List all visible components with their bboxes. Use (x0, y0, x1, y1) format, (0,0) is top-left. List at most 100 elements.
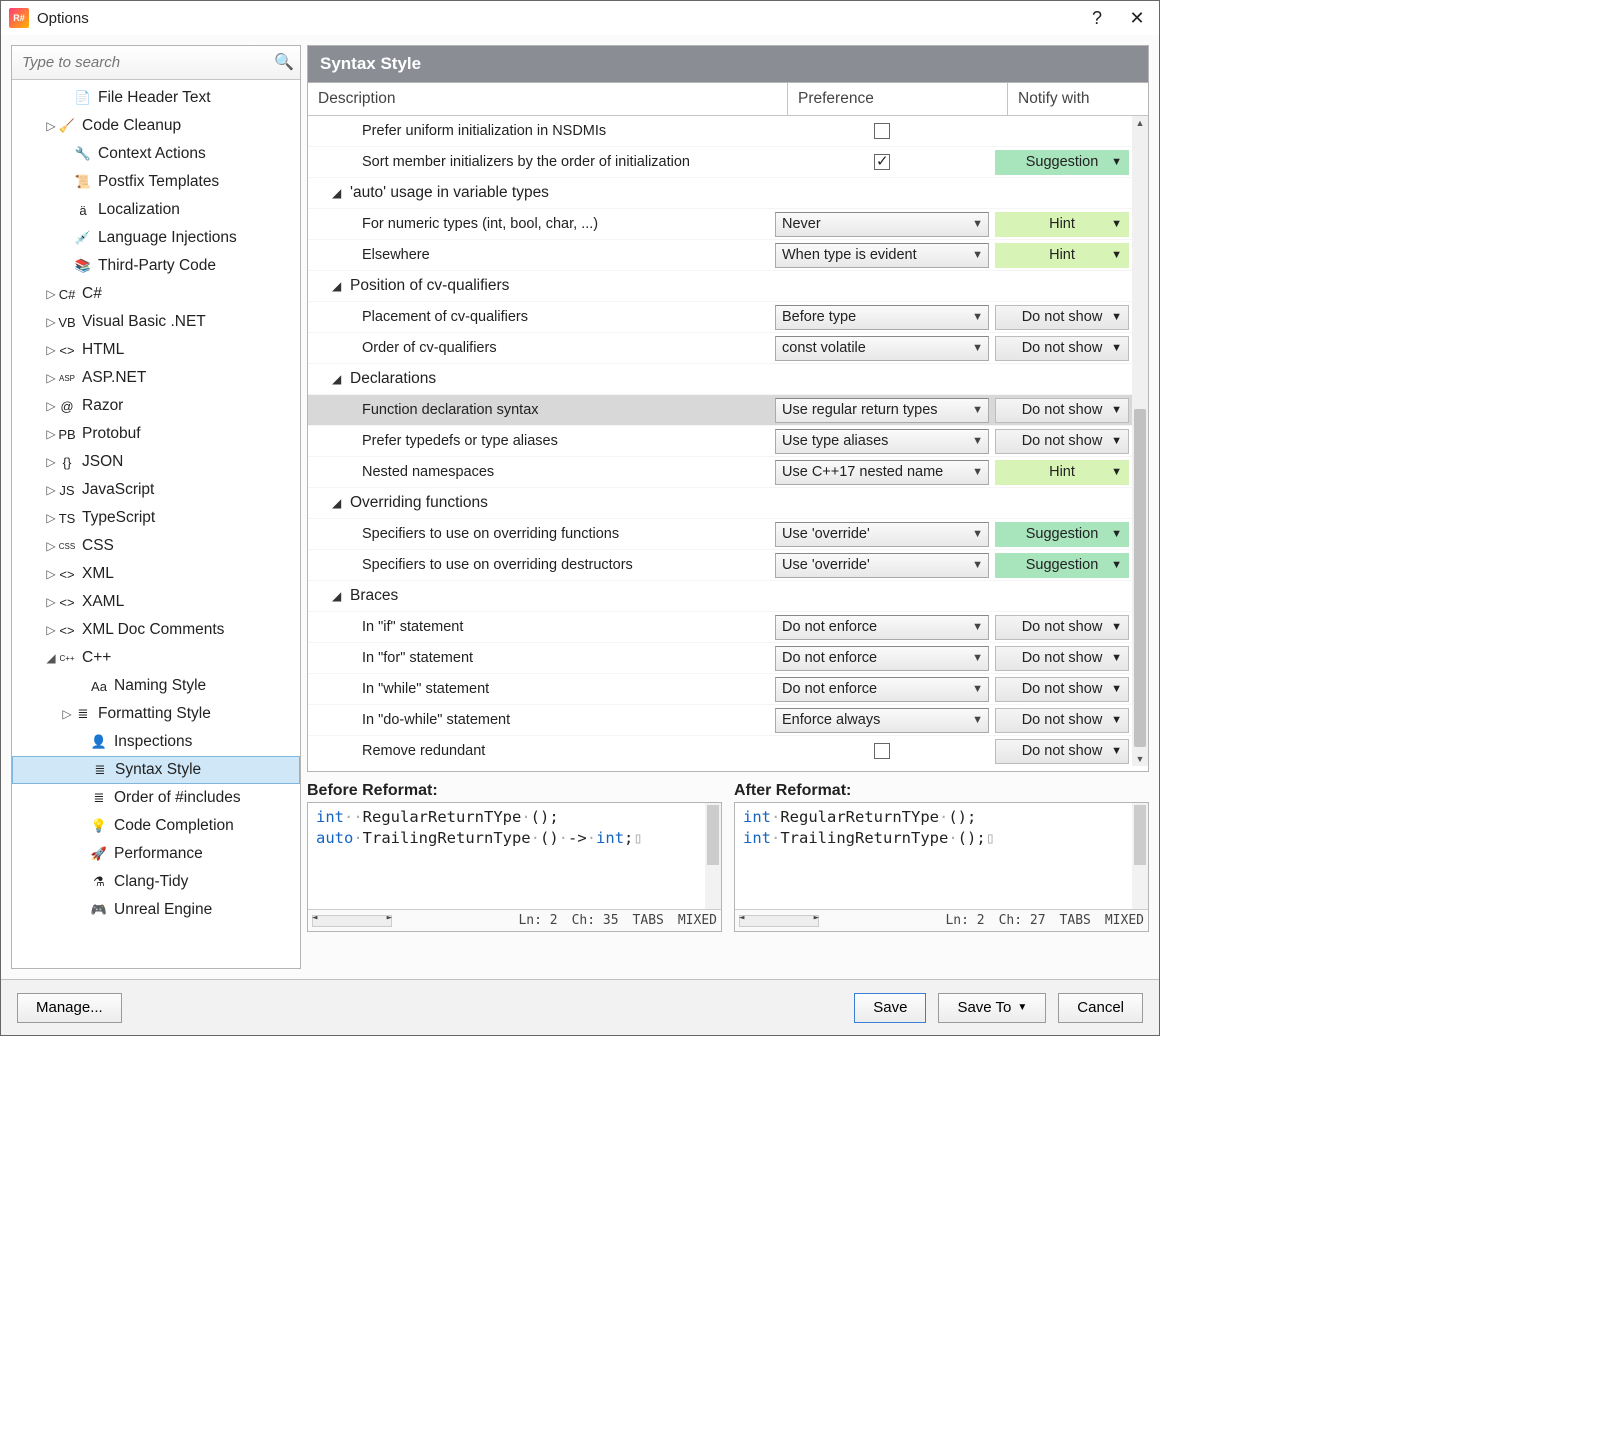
expand-icon[interactable]: ▷ (44, 371, 58, 385)
grid-group-row[interactable]: ◢Position of cv-qualifiers (308, 271, 1132, 302)
tree-item[interactable]: ▷C#C# (12, 280, 300, 308)
group-expander-icon[interactable]: ◢ (332, 186, 346, 200)
preference-combo[interactable]: When type is evident▼ (775, 243, 989, 268)
tree-item[interactable]: ▷{}JSON (12, 448, 300, 476)
preference-combo[interactable]: Never▼ (775, 212, 989, 237)
tree-item[interactable]: ▷<>HTML (12, 336, 300, 364)
notify-combo[interactable]: Do not show▼ (995, 429, 1129, 454)
grid-item-row[interactable]: Remove redundantDo not show▼ (308, 736, 1132, 766)
notify-combo[interactable]: Do not show▼ (995, 336, 1129, 361)
tree-item[interactable]: 🚀Performance (12, 840, 300, 868)
tree-item[interactable]: 🎮Unreal Engine (12, 896, 300, 924)
grid-item-row[interactable]: ElsewhereWhen type is evident▼Hint▼ (308, 240, 1132, 271)
grid-item-row[interactable]: For numeric types (int, bool, char, ...)… (308, 209, 1132, 240)
tree-item[interactable]: 👤Inspections (12, 728, 300, 756)
expand-icon[interactable]: ▷ (44, 539, 58, 553)
grid-group-row[interactable]: ◢Declarations (308, 364, 1132, 395)
grid-item-row[interactable]: In "if" statementDo not enforce▼Do not s… (308, 612, 1132, 643)
after-hscroll[interactable] (739, 915, 819, 927)
notify-combo[interactable]: Suggestion▼ (995, 150, 1129, 175)
tree-item[interactable]: 💉Language Injections (12, 224, 300, 252)
after-vscroll[interactable] (1132, 803, 1148, 909)
grid-item-row[interactable]: In "do-while" statementEnforce always▼Do… (308, 705, 1132, 736)
notify-combo[interactable]: Do not show▼ (995, 305, 1129, 330)
grid-item-row[interactable]: Nested namespacesUse C++17 nested name▼H… (308, 457, 1132, 488)
notify-combo[interactable]: Do not show▼ (995, 677, 1129, 702)
cancel-button[interactable]: Cancel (1058, 993, 1143, 1023)
tree-item[interactable]: ▷JSJavaScript (12, 476, 300, 504)
preference-checkbox[interactable] (874, 743, 890, 759)
tree-item[interactable]: ▷<>XML Doc Comments (12, 616, 300, 644)
preference-combo[interactable]: Use type aliases▼ (775, 429, 989, 454)
tree-item[interactable]: ▷TSTypeScript (12, 504, 300, 532)
help-button[interactable]: ? (1077, 1, 1117, 35)
manage-button[interactable]: Manage... (17, 993, 122, 1023)
tree-item[interactable]: ▷@Razor (12, 392, 300, 420)
tree-item[interactable]: ▷🧹Code Cleanup (12, 112, 300, 140)
expand-icon[interactable]: ▷ (44, 427, 58, 441)
notify-combo[interactable]: Do not show▼ (995, 708, 1129, 733)
expand-icon[interactable]: ▷ (44, 399, 58, 413)
expand-icon[interactable]: ▷ (44, 595, 58, 609)
close-button[interactable]: ✕ (1117, 1, 1157, 35)
tree-item[interactable]: 🔧Context Actions (12, 140, 300, 168)
grid-item-row[interactable]: Sort member initializers by the order of… (308, 147, 1132, 178)
preference-checkbox[interactable] (874, 154, 890, 170)
tree-item[interactable]: ▷<>XAML (12, 588, 300, 616)
preference-combo[interactable]: Before type▼ (775, 305, 989, 330)
options-tree[interactable]: 📄File Header Text▷🧹Code Cleanup🔧Context … (12, 80, 300, 968)
tree-item[interactable]: ▷PBProtobuf (12, 420, 300, 448)
search-input[interactable] (12, 46, 300, 79)
before-hscroll[interactable] (312, 915, 392, 927)
col-description[interactable]: Description (308, 83, 788, 115)
notify-combo[interactable]: Do not show▼ (995, 398, 1129, 423)
notify-combo[interactable]: Hint▼ (995, 460, 1129, 485)
preference-combo[interactable]: Use 'override'▼ (775, 522, 989, 547)
tree-item[interactable]: AaNaming Style (12, 672, 300, 700)
group-expander-icon[interactable]: ◢ (332, 589, 346, 603)
tree-item[interactable]: ≣Order of #includes (12, 784, 300, 812)
tree-item[interactable]: ▷ASPASP.NET (12, 364, 300, 392)
notify-combo[interactable]: Suggestion▼ (995, 553, 1129, 578)
tree-item[interactable]: ≣Syntax Style (12, 756, 300, 784)
group-expander-icon[interactable]: ◢ (332, 279, 346, 293)
expand-icon[interactable]: ▷ (44, 287, 58, 301)
grid-item-row[interactable]: In "while" statementDo not enforce▼Do no… (308, 674, 1132, 705)
expand-icon[interactable]: ▷ (44, 511, 58, 525)
notify-combo[interactable]: Hint▼ (995, 243, 1129, 268)
grid-item-row[interactable]: Function declaration syntaxUse regular r… (308, 395, 1132, 426)
save-to-button[interactable]: Save To▼ (938, 993, 1046, 1023)
search-icon[interactable]: 🔍 (274, 52, 294, 72)
tree-item[interactable]: ▷VBVisual Basic .NET (12, 308, 300, 336)
preference-combo[interactable]: const volatile▼ (775, 336, 989, 361)
expand-icon[interactable]: ▷ (44, 119, 58, 133)
grid-item-row[interactable]: Order of cv-qualifiersconst volatile▼Do … (308, 333, 1132, 364)
save-button[interactable]: Save (854, 993, 926, 1023)
expand-icon[interactable]: ◢ (44, 651, 58, 665)
tree-item[interactable]: äLocalization (12, 196, 300, 224)
tree-item[interactable]: ◢C++C++ (12, 644, 300, 672)
tree-item[interactable]: 💡Code Completion (12, 812, 300, 840)
group-expander-icon[interactable]: ◢ (332, 496, 346, 510)
grid-item-row[interactable]: Specifiers to use on overriding function… (308, 519, 1132, 550)
scroll-down-icon[interactable]: ▼ (1132, 752, 1148, 766)
expand-icon[interactable]: ▷ (44, 343, 58, 357)
notify-combo[interactable]: Do not show▼ (995, 739, 1129, 764)
preference-combo[interactable]: Use C++17 nested name▼ (775, 460, 989, 485)
notify-combo[interactable]: Hint▼ (995, 212, 1129, 237)
tree-item[interactable]: 📚Third-Party Code (12, 252, 300, 280)
expand-icon[interactable]: ▷ (44, 455, 58, 469)
expand-icon[interactable]: ▷ (44, 623, 58, 637)
group-expander-icon[interactable]: ◢ (332, 372, 346, 386)
preference-combo[interactable]: Enforce always▼ (775, 708, 989, 733)
col-notify[interactable]: Notify with (1008, 83, 1148, 115)
tree-item[interactable]: ▷<>XML (12, 560, 300, 588)
tree-item[interactable]: 📜Postfix Templates (12, 168, 300, 196)
scroll-thumb[interactable] (1134, 409, 1146, 747)
grid-group-row[interactable]: ◢Overriding functions (308, 488, 1132, 519)
col-preference[interactable]: Preference (788, 83, 1008, 115)
grid-item-row[interactable]: Prefer typedefs or type aliasesUse type … (308, 426, 1132, 457)
scroll-up-icon[interactable]: ▲ (1132, 116, 1148, 130)
expand-icon[interactable]: ▷ (44, 315, 58, 329)
preference-combo[interactable]: Do not enforce▼ (775, 615, 989, 640)
